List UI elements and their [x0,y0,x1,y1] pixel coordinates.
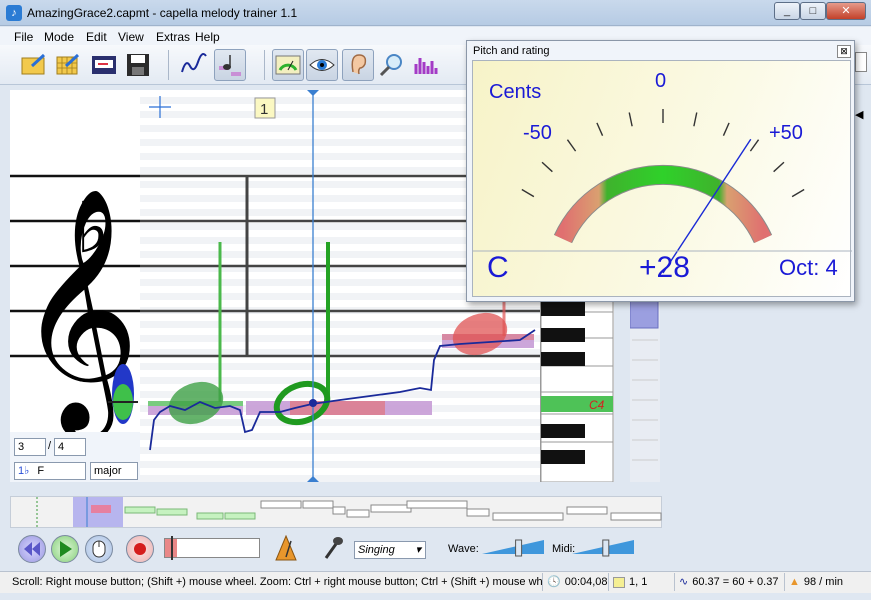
gauge-tick [566,139,577,152]
status-position: 1, 1 [608,573,672,591]
status-pitch: ∿ 60.37 = 60 + 0.37 [674,573,782,591]
overview-bar[interactable] [10,496,662,528]
svg-text:♭: ♭ [76,187,109,269]
bar-chart-icon[interactable] [410,49,442,81]
ear-icon[interactable] [342,49,374,81]
menu-view[interactable]: View [118,30,144,44]
status-time: 🕓 00:04,08 [542,573,608,591]
side-panel-button[interactable] [855,52,867,72]
key-signature-select[interactable]: 1♭ F [14,462,86,480]
gauge-tick [749,139,760,152]
wave-slider-thumb[interactable] [515,539,523,557]
gauge-tick [722,122,730,136]
pitch-window-title: Pitch and rating [473,45,550,57]
gauge-tick [521,188,535,198]
midi-slider-thumb[interactable] [602,539,610,557]
gauge-tick [596,122,604,136]
rewind-button[interactable] [18,535,46,563]
gauge-tick [628,112,633,127]
measure-number: 1 [260,101,268,118]
gauge-tick [541,161,553,173]
pitch-rating-window: Pitch and rating ⊠ Cents -50 0 +50 C +28… [466,40,855,302]
menu-edit[interactable]: Edit [86,30,107,44]
gauge-tick [773,161,785,173]
toolbar-separator [264,50,265,80]
eye-icon[interactable] [306,49,338,81]
menu-mode[interactable]: Mode [44,30,74,44]
piano-keyboard[interactable]: C4 [540,289,614,483]
metronome-icon[interactable] [274,534,298,564]
maximize-button[interactable]: □ [800,2,826,20]
notes-icon[interactable] [214,49,246,81]
toolbar-separator [168,50,169,80]
key-label: C4 [589,398,605,412]
pitch-curve-icon[interactable] [178,49,210,81]
flat-icon: 1♭ [18,465,30,477]
window-title: AmazingGrace2.capmt - capella melody tra… [27,6,298,20]
time-numerator-spinner[interactable]: 3 [14,438,46,456]
meter-icon[interactable] [272,49,304,81]
metronome-small-icon: ▲ [789,576,800,588]
clef-panel: 𝄞 ♭ [10,90,140,441]
octave-readout: Oct: 4 [779,255,838,280]
menu-extras[interactable]: Extras [156,30,190,44]
gauge-tick [791,188,805,198]
record-button[interactable] [126,535,154,563]
pitch-window-close-button[interactable]: ⊠ [837,45,851,58]
midi-volume-slider[interactable] [572,538,636,561]
status-pitch-value: 60.37 = 60 + 0.37 [692,576,779,588]
chevron-down-icon: ▾ [415,544,421,556]
clock-icon: 🕓 [547,576,561,588]
side-arrow-icon[interactable]: ◀ [855,108,863,121]
open-grid-icon[interactable] [52,49,84,81]
status-tempo: ▲ 98 / min [784,573,868,591]
status-position-value: 1, 1 [629,576,648,588]
position-slider[interactable] [164,536,260,560]
play-button[interactable] [51,535,79,563]
wave-icon: ∿ [679,576,689,588]
save-icon[interactable] [122,49,154,81]
measure-icon [613,576,625,588]
voice-select-value: Singing [358,544,395,556]
pitch-gauge-panel: Cents -50 0 +50 C +28 Oct: 4 [472,60,852,297]
magnifier-icon[interactable] [376,49,408,81]
menu-help[interactable]: Help [195,30,220,44]
menu-file[interactable]: File [14,30,33,44]
mouse-icon[interactable] [85,535,113,563]
cents-deviation: +28 [639,251,690,284]
mode-select[interactable]: major [90,462,138,480]
key-signature-value: F [37,465,45,477]
keyboard-zoom-strip[interactable] [629,290,660,482]
status-time-value: 00:04,08 [564,576,608,588]
voice-select[interactable]: Singing ▾ [354,541,426,559]
app-icon: ♪ [6,5,22,21]
status-hint: Scroll: Right mouse button; (Shift +) mo… [12,576,542,588]
time-slash: / [48,440,52,452]
microphone-icon [322,536,344,563]
open-folder-icon[interactable] [18,49,50,81]
note-name: C [487,251,509,284]
import-icon[interactable] [88,49,120,81]
close-button[interactable]: ✕ [826,2,866,20]
minimize-button[interactable]: _ [774,2,800,20]
wave-volume-slider[interactable] [482,538,546,561]
status-tempo-value: 98 / min [803,576,844,588]
wave-label: Wave: [448,543,479,555]
time-denominator-select[interactable]: 4 [54,438,86,456]
gauge-tick [693,112,698,127]
